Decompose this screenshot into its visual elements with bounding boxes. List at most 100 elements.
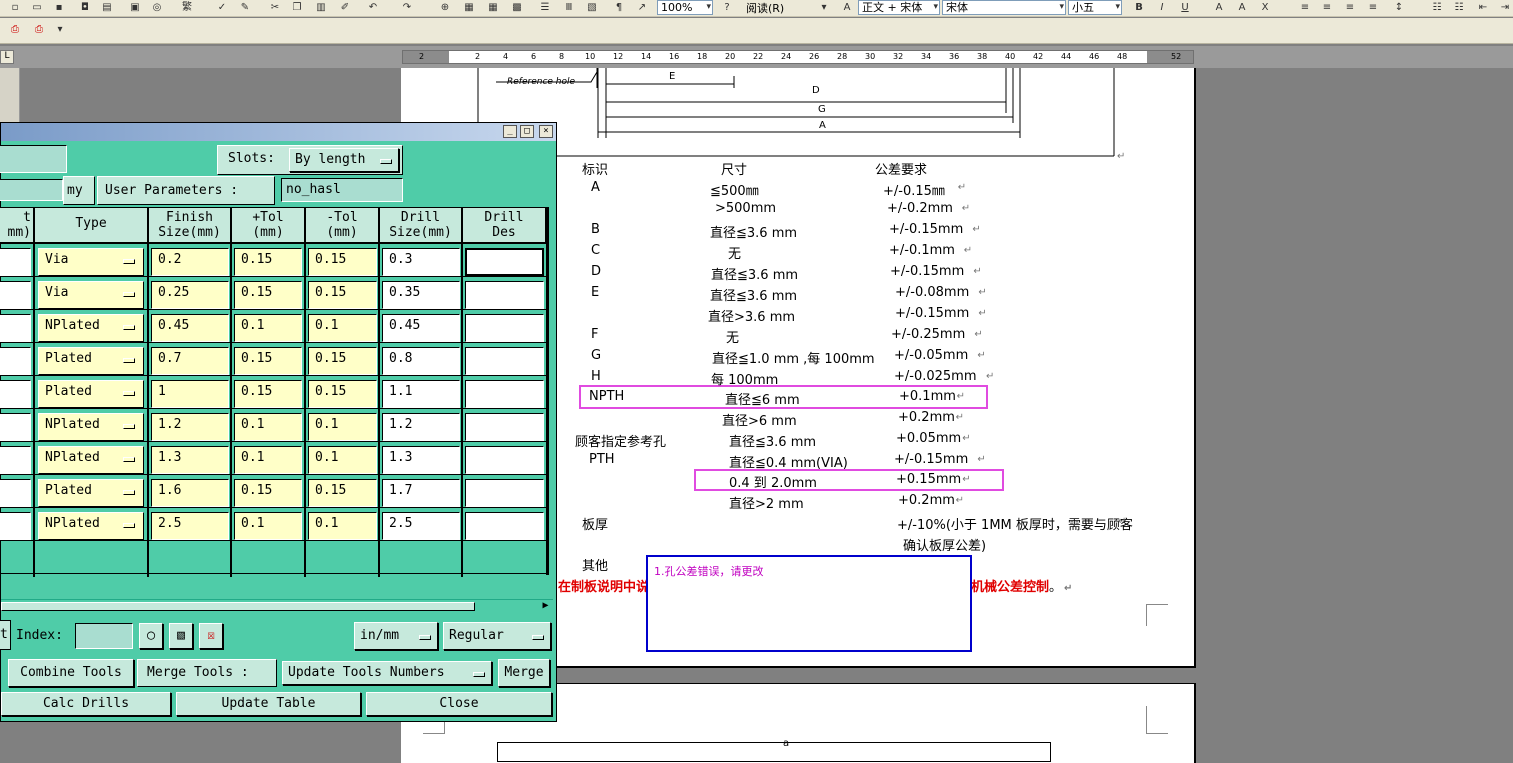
cell-type[interactable]: Via	[38, 281, 144, 309]
minimize-icon[interactable]: _	[503, 125, 517, 138]
cell-plus-tol[interactable]: 0.15	[234, 248, 302, 276]
cell-finish-size[interactable]: 1	[151, 380, 229, 408]
cell-drill-des[interactable]	[465, 347, 544, 375]
traditional-chinese-icon[interactable]: 繁	[180, 1, 194, 14]
cell-drill-size[interactable]: 2.5	[382, 512, 460, 540]
bulb-icon[interactable]: ◯	[139, 623, 163, 649]
dialog-title-bar[interactable]: _ □ ×	[1, 123, 556, 141]
cell-drill-size[interactable]: 1.3	[382, 446, 460, 474]
param-field-left[interactable]	[0, 179, 63, 201]
cell-t[interactable]	[0, 479, 31, 507]
styles-icon[interactable]: A	[840, 1, 854, 14]
char-shading-icon[interactable]: A	[1235, 1, 1249, 14]
document-map-icon[interactable]: ▧	[585, 1, 599, 14]
mode-select[interactable]: Regular	[443, 622, 551, 650]
edit-icon[interactable]: ▧	[169, 623, 193, 649]
comment-box[interactable]: 1.孔公差错误，请更改	[646, 555, 972, 652]
cell-minus-tol[interactable]: 0.1	[308, 512, 377, 540]
scroll-right-icon[interactable]: ▶	[539, 600, 552, 612]
user-params-field[interactable]: no_hasl	[281, 178, 403, 202]
cell-plus-tol[interactable]: 0.1	[234, 512, 302, 540]
save-icon[interactable]: ▪	[52, 1, 66, 14]
cell-type[interactable]: NPlated	[38, 413, 144, 441]
cell-drill-des[interactable]	[465, 479, 544, 507]
cell-type[interactable]: NPlated	[38, 314, 144, 342]
cell-finish-size[interactable]: 0.45	[151, 314, 229, 342]
units-select[interactable]: in/mm	[354, 622, 438, 650]
cell-finish-size[interactable]: 0.7	[151, 347, 229, 375]
research-icon[interactable]: ◎	[150, 1, 164, 14]
cell-drill-des[interactable]	[465, 281, 544, 309]
cell-type[interactable]: Plated	[38, 347, 144, 375]
print-preview-icon[interactable]: ▣	[128, 1, 142, 14]
insert-table-icon[interactable]: ▦	[486, 1, 500, 14]
cell-t[interactable]	[0, 248, 31, 276]
tables-borders-icon[interactable]: ▦	[462, 1, 476, 14]
cell-t[interactable]	[0, 413, 31, 441]
decrease-indent-icon[interactable]: ⇤	[1476, 1, 1490, 14]
update-table-button[interactable]: Update Table	[176, 692, 361, 716]
cell-minus-tol[interactable]: 0.15	[308, 281, 377, 309]
char-scale-icon[interactable]: X	[1258, 1, 1272, 14]
cell-finish-size[interactable]: 2.5	[151, 512, 229, 540]
align-center-icon[interactable]: ≡	[1320, 1, 1334, 14]
font-select[interactable]: 宋体	[942, 0, 1066, 15]
cell-drill-size[interactable]: 1.1	[382, 380, 460, 408]
scrollbar-thumb[interactable]	[1, 602, 475, 611]
cell-plus-tol[interactable]: 0.1	[234, 314, 302, 342]
toolbar-more-icon[interactable]: ▾	[53, 23, 67, 36]
update-tools-numbers-select[interactable]: Update Tools Numbers	[282, 661, 492, 685]
combine-tools-button[interactable]: Combine Tools	[8, 659, 134, 687]
index-field[interactable]	[75, 623, 133, 649]
line-spacing-icon[interactable]: ↕	[1392, 1, 1406, 14]
cell-drill-size[interactable]: 0.35	[382, 281, 460, 309]
cell-plus-tol[interactable]: 0.1	[234, 413, 302, 441]
underline-icon[interactable]: U	[1178, 1, 1192, 14]
cell-drill-des[interactable]	[465, 248, 544, 276]
cell-type[interactable]: Plated	[38, 380, 144, 408]
cell-drill-size[interactable]: 0.8	[382, 347, 460, 375]
cell-type[interactable]: NPlated	[38, 512, 144, 540]
cell-type[interactable]: NPlated	[38, 446, 144, 474]
calc-drills-button[interactable]: Calc Drills	[1, 692, 171, 716]
cell-t[interactable]	[0, 446, 31, 474]
copy-icon[interactable]: ❐	[290, 1, 304, 14]
read-button[interactable]: 阅读(R)	[746, 0, 784, 16]
cell-drill-size[interactable]: 0.45	[382, 314, 460, 342]
cell-type[interactable]: Via	[38, 248, 144, 276]
undo-icon[interactable]: ↶	[366, 1, 380, 14]
param-field-top[interactable]	[0, 145, 67, 173]
toolbar-options-icon[interactable]: ▾	[817, 1, 831, 14]
spelling-icon[interactable]: ✓	[215, 1, 229, 14]
translate-icon[interactable]: ✎	[238, 1, 252, 14]
bullets-icon[interactable]: ☷	[1452, 1, 1466, 14]
cell-minus-tol[interactable]: 0.1	[308, 446, 377, 474]
italic-icon[interactable]: I	[1155, 1, 1169, 14]
increase-indent-icon[interactable]: ⇥	[1498, 1, 1512, 14]
cell-type[interactable]: Plated	[38, 479, 144, 507]
show-hide-icon[interactable]: ¶	[612, 1, 626, 14]
cell-drill-size[interactable]: 1.2	[382, 413, 460, 441]
cell-finish-size[interactable]: 1.6	[151, 479, 229, 507]
bold-icon[interactable]: B	[1132, 1, 1146, 14]
hyperlink-icon[interactable]: ⊕	[438, 1, 452, 14]
cut-icon[interactable]: ✂	[268, 1, 282, 14]
cell-minus-tol[interactable]: 0.1	[308, 413, 377, 441]
cell-drill-des[interactable]	[465, 446, 544, 474]
columns-icon[interactable]: ☰	[538, 1, 552, 14]
cell-minus-tol[interactable]: 0.15	[308, 380, 377, 408]
cell-finish-size[interactable]: 0.2	[151, 248, 229, 276]
tab-selector-icon[interactable]: L	[0, 50, 14, 64]
maximize-icon[interactable]: □	[520, 125, 534, 138]
cell-minus-tol[interactable]: 0.15	[308, 479, 377, 507]
cell-t[interactable]	[0, 281, 31, 309]
cell-drill-des[interactable]	[465, 314, 544, 342]
distributed-icon[interactable]: ≡	[1366, 1, 1380, 14]
cell-drill-des[interactable]	[465, 380, 544, 408]
cell-plus-tol[interactable]: 0.15	[234, 281, 302, 309]
ink-icon[interactable]: ↗	[635, 1, 649, 14]
cell-drill-des[interactable]	[465, 512, 544, 540]
cell-plus-tol[interactable]: 0.1	[234, 446, 302, 474]
slots-select[interactable]: By length	[289, 148, 399, 172]
cell-t[interactable]	[0, 512, 31, 540]
